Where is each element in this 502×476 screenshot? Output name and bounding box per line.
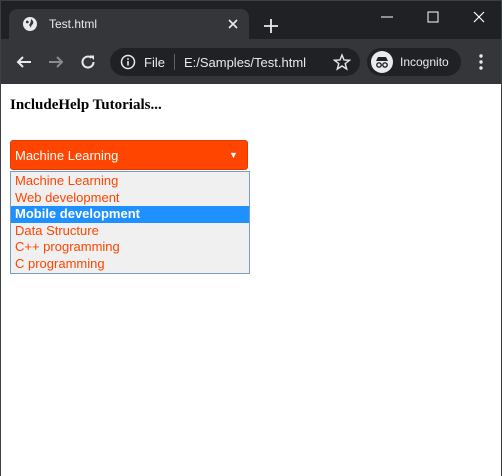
browser-window: Test.html File E:/Samples/Test.html Inco… [0, 0, 502, 476]
info-icon[interactable] [120, 54, 136, 70]
tab-active[interactable]: Test.html [9, 9, 249, 39]
minimize-icon[interactable] [364, 5, 410, 29]
select-options-list: Machine Learning Web development Mobile … [10, 171, 250, 274]
select-option[interactable]: Web development [11, 190, 249, 207]
select-value: Machine Learning [15, 147, 119, 163]
select-option[interactable]: C++ programming [11, 239, 249, 256]
select-option[interactable]: Machine Learning [11, 173, 249, 190]
url-separator [173, 54, 175, 70]
browser-toolbar: File E:/Samples/Test.html Incognito [1, 39, 501, 84]
select-option[interactable]: Data Structure [11, 223, 249, 240]
tab-strip: Test.html [1, 1, 501, 39]
tab-close-icon[interactable] [223, 14, 243, 34]
menu-kebab-icon[interactable] [471, 51, 491, 73]
forward-arrow-icon[interactable] [44, 50, 68, 74]
incognito-badge[interactable]: Incognito [367, 48, 461, 76]
window-close-icon[interactable] [456, 5, 502, 29]
incognito-label: Incognito [400, 55, 449, 69]
url-scheme-label: File [144, 54, 165, 70]
new-tab-icon[interactable] [260, 15, 282, 37]
address-bar[interactable]: File E:/Samples/Test.html [110, 48, 360, 76]
page-heading: IncludeHelp Tutorials... [10, 97, 162, 113]
incognito-icon [371, 51, 393, 73]
tab-title: Test.html [49, 17, 98, 31]
dropdown-arrow-icon: ▼ [229, 150, 238, 160]
select-option[interactable]: C programming [11, 256, 249, 273]
select-option-highlighted[interactable]: Mobile development [11, 206, 249, 223]
back-arrow-icon[interactable] [12, 50, 36, 74]
reload-icon[interactable] [76, 50, 100, 74]
url-text[interactable]: E:/Samples/Test.html [184, 55, 333, 70]
globe-icon [22, 16, 38, 32]
course-select[interactable]: Machine Learning ▼ [10, 140, 248, 170]
bookmark-star-icon[interactable] [333, 53, 351, 71]
page-viewport: IncludeHelp Tutorials... Machine Learnin… [1, 84, 501, 476]
maximize-icon[interactable] [410, 5, 456, 29]
